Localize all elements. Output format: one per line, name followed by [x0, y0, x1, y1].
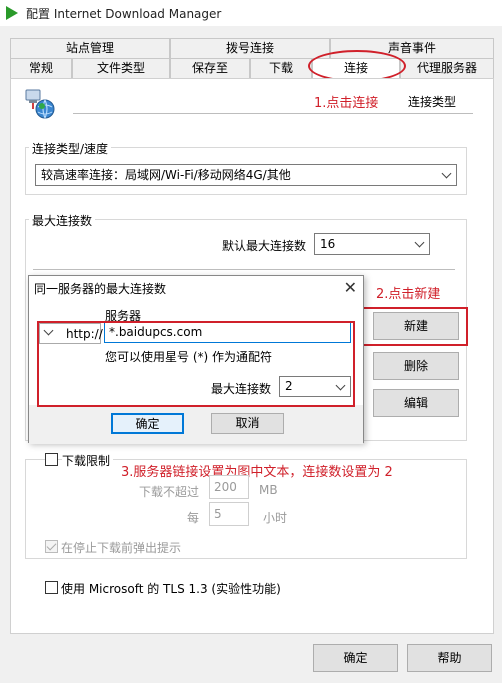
max-conn-per-server-dialog: 同一服务器的最大连接数 ✕ 服务器 http:// *.baidupcs.com… — [28, 275, 364, 444]
default-max-conn-select[interactable]: 16 — [314, 233, 430, 255]
unit-mb: MB — [259, 483, 278, 497]
unit-hour: 小时 — [263, 511, 288, 525]
section-title: 连接类型 — [408, 95, 457, 109]
title-bar: 配置 Internet Download Manager — [0, 0, 502, 26]
conn-type-value: 较高速率连接：局域网/Wi-Fi/移动网络4G/其他 — [41, 168, 291, 182]
max-conn-group-label: 最大连接数 — [29, 212, 96, 229]
not-exceed-label: 下载不超过 — [139, 485, 200, 499]
tab-row-back: 站点管理 拨号连接 声音事件 — [10, 38, 494, 58]
default-max-conn-label: 默认最大连接数 — [222, 239, 307, 253]
conn-type-group-label: 连接类型/速度 — [29, 140, 112, 157]
popup-before-stop-checkbox[interactable] — [45, 540, 58, 553]
not-exceed-input[interactable]: 200 — [209, 475, 249, 499]
tab-downloads[interactable]: 下载 — [250, 58, 312, 78]
dialog-ok-button[interactable]: 确定 — [111, 413, 184, 434]
popup-before-stop-label: 在停止下载前弹出提示 — [61, 541, 182, 555]
annotation-step2: 2.点击新建 — [376, 287, 441, 302]
tab-general[interactable]: 常规 — [10, 58, 72, 78]
dialog-cancel-button[interactable]: 取消 — [211, 413, 284, 434]
conn-type-select[interactable]: 较高速率连接：局域网/Wi-Fi/移动网络4G/其他 — [35, 164, 457, 186]
every-label: 每 — [187, 511, 200, 525]
close-icon[interactable]: ✕ — [344, 278, 357, 297]
annotation-step1: 1.点击连接 — [314, 96, 379, 111]
tls-checkbox[interactable] — [45, 581, 58, 594]
dialog-title: 同一服务器的最大连接数 — [34, 282, 167, 296]
ok-button[interactable]: 确定 — [313, 644, 398, 672]
max-conn-divider — [33, 269, 455, 270]
delete-button[interactable]: 删除 — [373, 352, 459, 380]
every-input[interactable]: 5 — [209, 502, 249, 526]
tab-row-front: 常规 文件类型 保存至 下载 连接 代理服务器 — [10, 58, 494, 78]
help-button[interactable]: 帮助 — [407, 644, 492, 672]
tab-file-types[interactable]: 文件类型 — [72, 58, 170, 78]
window-title: 配置 Internet Download Manager — [26, 7, 222, 21]
download-limit-label: 下载限制 — [62, 452, 114, 469]
dialog-title-bar: 同一服务器的最大连接数 ✕ — [29, 276, 363, 300]
tab-proxy[interactable]: 代理服务器 — [400, 58, 494, 78]
annotation-step3: 3.服务器链接设置为图中文本，连接数设置为 2 — [121, 465, 393, 480]
annotation-box-server — [37, 321, 355, 407]
header-divider — [73, 113, 473, 114]
chevron-down-icon — [414, 237, 425, 248]
tab-dialup[interactable]: 拨号连接 — [170, 38, 330, 58]
edit-button[interactable]: 编辑 — [373, 389, 459, 417]
download-limit-checkbox[interactable] — [45, 453, 58, 466]
tls-label: 使用 Microsoft 的 TLS 1.3 (实验性功能) — [61, 582, 281, 596]
tab-save-to[interactable]: 保存至 — [170, 58, 250, 78]
annotation-box-new — [361, 307, 468, 346]
default-max-conn-value: 16 — [320, 237, 336, 251]
chevron-down-icon — [441, 168, 452, 179]
network-globe-icon — [25, 89, 55, 119]
idm-app-icon — [6, 6, 18, 20]
tab-site-management[interactable]: 站点管理 — [10, 38, 170, 58]
